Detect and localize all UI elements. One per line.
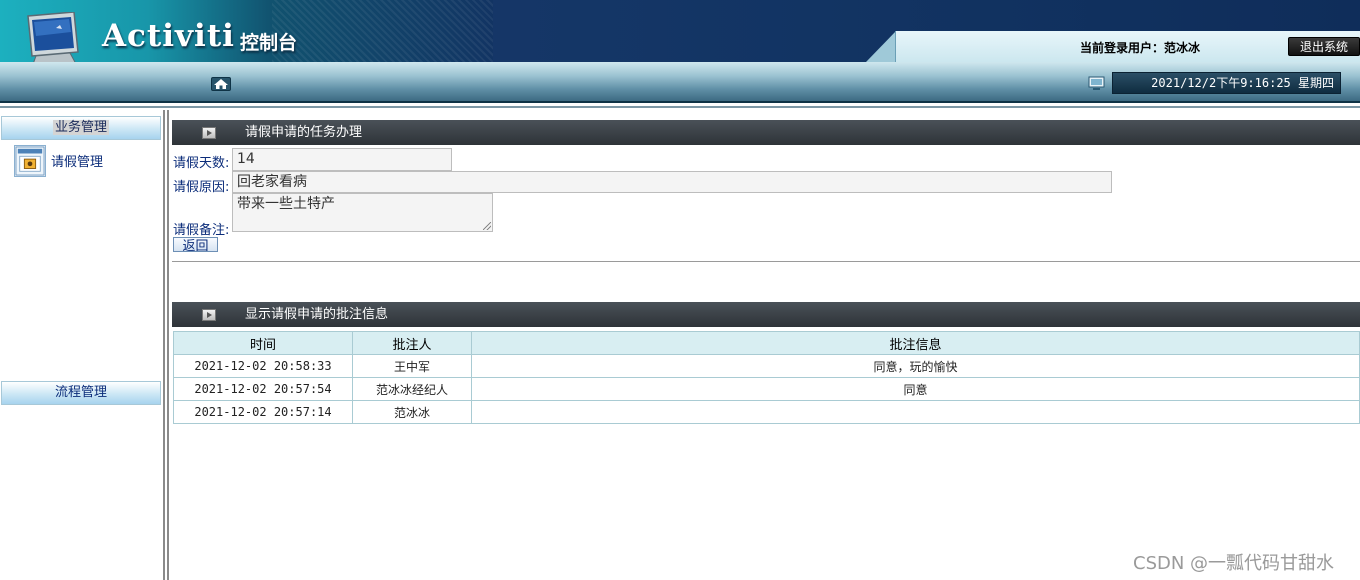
logout-button[interactable]: 退出系统 <box>1288 37 1360 56</box>
table-row: 2021-12-02 20:57:54 范冰冰经纪人 同意 <box>173 377 1360 401</box>
remark-textarea[interactable]: 带来一些土特产 <box>232 193 493 232</box>
user-panel-slope <box>866 31 896 62</box>
datetime-display: 2021/12/2下午9:16:25 星期四 <box>1112 72 1341 94</box>
task-section-header: 请假申请的任务办理 <box>172 120 1360 145</box>
cell-author: 范冰冰 <box>352 400 472 424</box>
column-header-author: 批注人 <box>352 331 472 355</box>
cell-message <box>471 400 1360 424</box>
watermark: CSDN @一瓢代码甘甜水 <box>1133 553 1335 574</box>
sidebar-section-business[interactable]: 业务管理 <box>1 116 161 140</box>
cell-time: 2021-12-02 20:57:54 <box>173 377 353 401</box>
nav-bar: 2021/12/2下午9:16:25 星期四 <box>0 62 1360 101</box>
notes-table-header-row: 时间 批注人 批注信息 <box>173 331 1360 355</box>
reason-field[interactable]: 回老家看病 <box>232 171 1112 193</box>
play-arrow-icon <box>202 127 216 139</box>
resize-grip-icon[interactable] <box>483 222 491 230</box>
monitor-icon <box>1088 76 1105 90</box>
leave-form-icon <box>14 145 46 177</box>
banner: Activiti 控制台 当前登录用户：范冰冰 退出系统 <box>0 0 1360 68</box>
sidebar-section-process[interactable]: 流程管理 <box>1 381 161 405</box>
home-button[interactable] <box>211 77 231 91</box>
cell-message: 同意，玩的愉快 <box>471 354 1360 378</box>
header-rule-secondary <box>0 106 1360 108</box>
app-title: Activiti <box>102 18 235 54</box>
cell-author: 范冰冰经纪人 <box>352 377 472 401</box>
sidebar-item-leave[interactable]: 请假管理 <box>14 145 154 177</box>
back-button[interactable]: 返回 <box>173 237 218 252</box>
cell-author: 王中军 <box>352 354 472 378</box>
sidebar-item-leave-label: 请假管理 <box>51 155 104 170</box>
reason-label: 请假原因: <box>173 180 230 195</box>
app-subtitle: 控制台 <box>240 32 298 54</box>
sidebar-section-business-label: 业务管理 <box>52 120 109 135</box>
sidebar: 业务管理 请假管理 流程管理 <box>0 110 163 580</box>
notes-section-title: 显示请假申请的批注信息 <box>245 307 389 322</box>
days-label: 请假天数: <box>173 156 230 171</box>
notes-section-header: 显示请假申请的批注信息 <box>172 302 1360 327</box>
monitor-logo-icon <box>27 12 79 68</box>
section-divider <box>172 261 1360 262</box>
header-rule <box>0 101 1360 103</box>
play-arrow-icon <box>202 309 216 321</box>
sidebar-divider[interactable] <box>163 110 169 580</box>
table-row: 2021-12-02 20:58:33 王中军 同意，玩的愉快 <box>173 354 1360 378</box>
cell-time: 2021-12-02 20:58:33 <box>173 354 353 378</box>
task-section-title: 请假申请的任务办理 <box>245 125 363 140</box>
notes-table: 时间 批注人 批注信息 2021-12-02 20:58:33 王中军 同意，玩… <box>173 331 1360 424</box>
app-header: Activiti 控制台 当前登录用户：范冰冰 退出系统 2021/12/2下午… <box>0 0 1360 108</box>
current-user-label: 当前登录用户：范冰冰 <box>1079 41 1200 55</box>
column-header-time: 时间 <box>173 331 353 355</box>
column-header-message: 批注信息 <box>471 331 1360 355</box>
remark-label: 请假备注: <box>173 223 230 238</box>
table-row: 2021-12-02 20:57:14 范冰冰 <box>173 400 1360 424</box>
main-content: 请假申请的任务办理 请假天数: 14 请假原因: 回老家看病 请假备注: 带来一… <box>172 118 1360 580</box>
cell-time: 2021-12-02 20:57:14 <box>173 400 353 424</box>
home-icon <box>214 79 228 89</box>
cell-message: 同意 <box>471 377 1360 401</box>
days-field[interactable]: 14 <box>232 148 452 171</box>
remark-text: 带来一些土特产 <box>237 196 335 212</box>
